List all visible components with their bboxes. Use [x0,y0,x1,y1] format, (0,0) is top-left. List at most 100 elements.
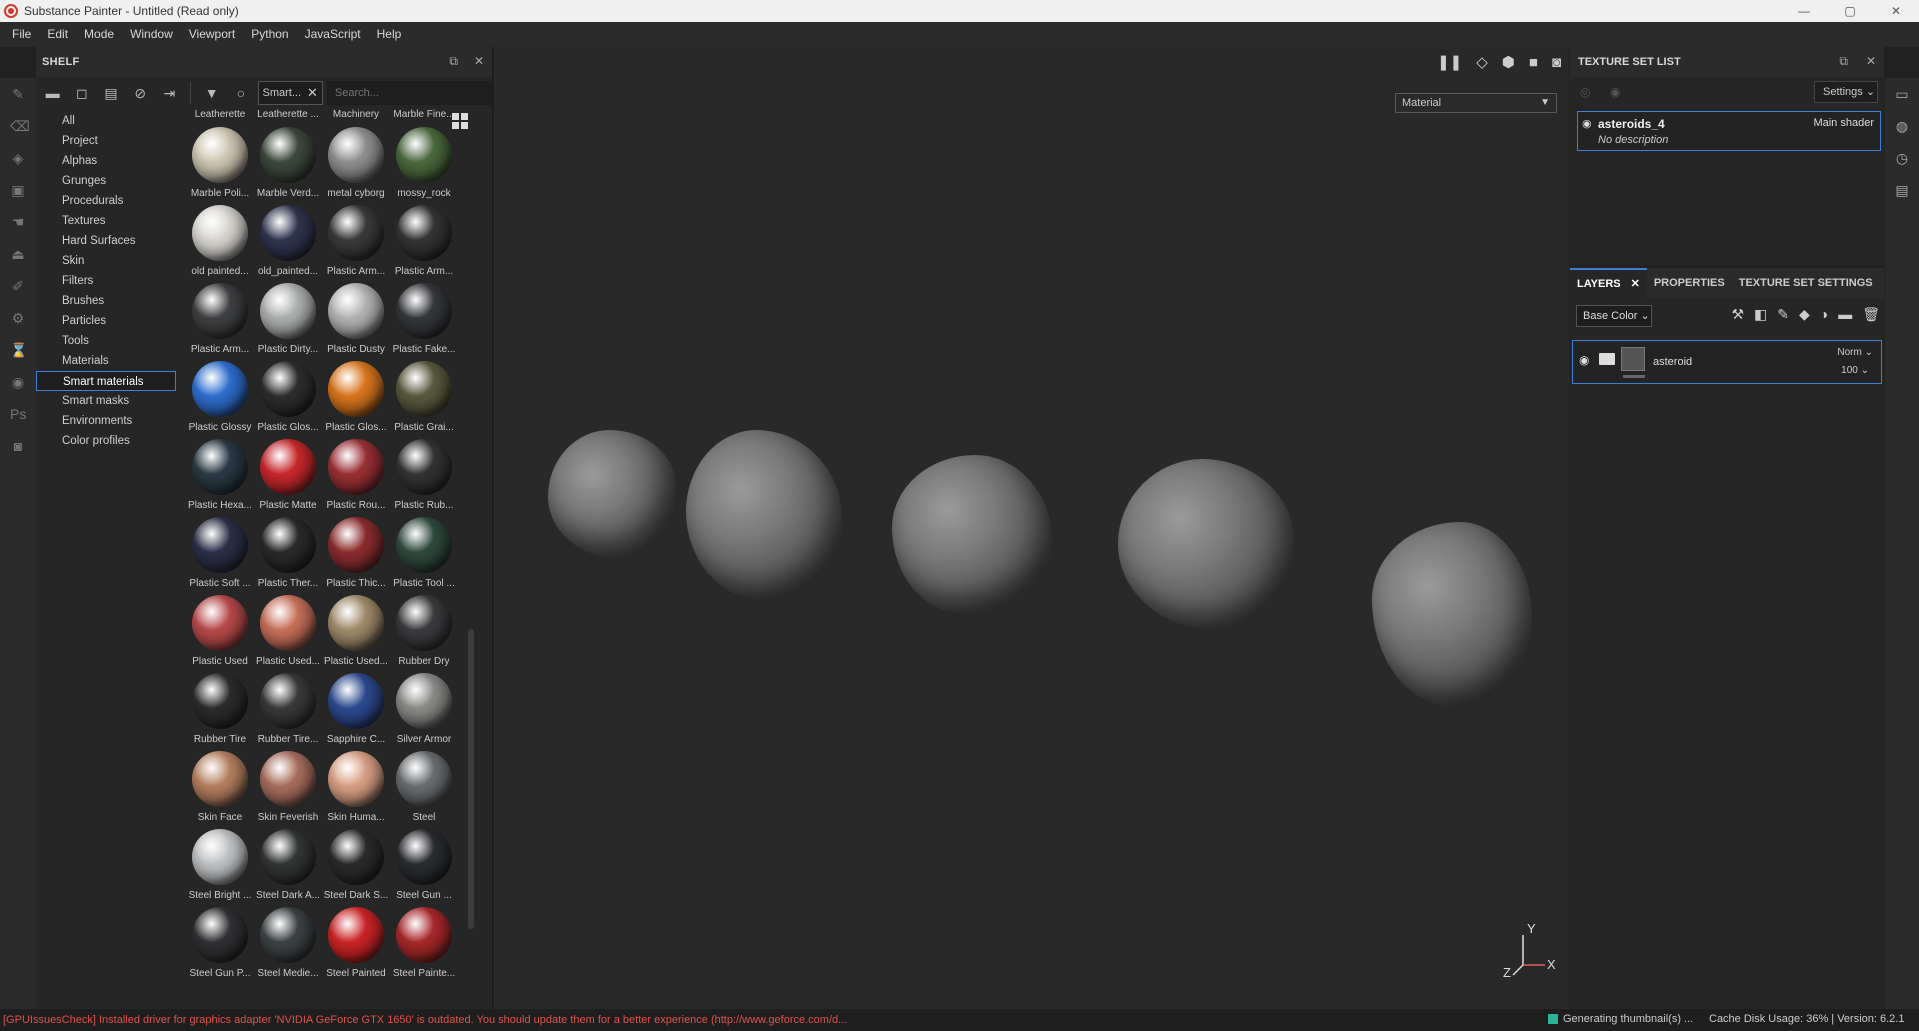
filter-icon[interactable]: ▼ [199,81,224,105]
gpu-warning-message[interactable]: [GPUIssuesCheck] Installed driver for gr… [0,1014,850,1026]
library-icon[interactable]: ▤ [98,81,123,105]
shader-name[interactable]: Main shader [1813,117,1874,129]
category-item[interactable]: Environments [36,411,176,431]
category-item[interactable]: Materials [36,351,176,371]
circle-icon[interactable]: ○ [228,81,253,105]
2d-view-icon[interactable]: ◇ [1476,53,1488,71]
material-thumbnail[interactable]: Steel Medie... [254,903,322,981]
close-panel-icon[interactable]: ✕ [1866,54,1876,69]
new-item-icon[interactable]: ◻ [69,81,94,105]
photoshop-tool[interactable]: Ps [0,398,36,430]
bake-tool[interactable]: ⚙ [0,302,36,334]
import-icon[interactable]: ⇥ [157,81,182,105]
material-thumbnail[interactable]: Steel Bright ... [186,825,254,903]
category-item[interactable]: All [36,111,176,131]
material-thumbnail[interactable]: Steel [390,747,458,825]
shelf-search-input[interactable] [326,81,493,105]
add-paint-layer-icon[interactable]: ✎ [1777,306,1789,323]
tab-layers[interactable]: LAYERS ✕ [1570,268,1647,298]
paint-tool[interactable]: ✎ [0,78,36,110]
maximize-button[interactable]: ▢ [1827,0,1873,22]
opacity-field[interactable]: 100 ⌄ [1841,365,1869,376]
material-thumbnail[interactable]: Plastic Rub... [390,435,458,513]
material-thumbnail[interactable]: Plastic Used... [254,591,322,669]
material-thumbnail[interactable]: Sapphire C... [322,669,390,747]
material-thumbnail[interactable]: Plastic Thic... [322,513,390,591]
settings-dropdown[interactable]: Settings ⌄ [1814,81,1878,103]
material-thumbnail[interactable]: Plastic Ther... [254,513,322,591]
screenshot-icon[interactable]: ◙ [1552,54,1561,71]
polygon-fill-tool[interactable]: ▣ [0,174,36,206]
hide-icon[interactable]: ⊘ [128,81,153,105]
material-thumbnail[interactable]: Marble Poli... [186,123,254,201]
material-thumbnail[interactable]: Plastic Glossy [186,357,254,435]
smudge-tool[interactable]: ☚ [0,206,36,238]
category-item[interactable]: Tools [36,331,176,351]
menu-javascript[interactable]: JavaScript [297,22,369,47]
material-thumbnail[interactable]: Plastic Arm... [390,201,458,279]
material-thumbnail[interactable]: Plastic Dirty... [254,279,322,357]
menu-help[interactable]: Help [369,22,410,47]
category-item[interactable]: Textures [36,211,176,231]
minimize-button[interactable]: — [1781,0,1827,22]
shelf-scrollbar[interactable] [468,629,474,929]
material-thumbnail[interactable]: Skin Huma... [322,747,390,825]
category-item[interactable]: Grunges [36,171,176,191]
material-thumbnail[interactable]: Steel Gun ... [390,825,458,903]
3d-view-icon[interactable]: ⬢ [1502,53,1515,71]
material-thumbnail[interactable]: Rubber Dry [390,591,458,669]
material-thumbnail[interactable]: Steel Painte... [390,903,458,981]
category-item[interactable]: Smart masks [36,391,176,411]
eye-icon[interactable]: ◉ [1579,353,1589,367]
undock-icon[interactable]: ⧉ [449,54,458,69]
material-thumbnail[interactable]: Plastic Fake... [390,279,458,357]
add-fill-layer-icon[interactable]: ◆ [1799,306,1810,323]
projection-tool[interactable]: ◈ [0,142,36,174]
remove-filter-icon[interactable]: ✕ [307,85,318,101]
delete-layer-icon[interactable]: 🗑 [1862,306,1880,323]
material-thumbnail[interactable]: old_painted... [254,201,322,279]
thumb-label[interactable]: Leatherette ... [254,109,322,123]
color-picker-tool[interactable]: ✐ [0,270,36,302]
channel-select[interactable]: Base Color ⌄ [1576,305,1652,327]
eye-icon[interactable]: ◉ [1610,85,1620,99]
hide-all-icon[interactable]: ◎ [1580,85,1590,99]
material-thumbnail[interactable]: Plastic Rou... [322,435,390,513]
material-thumbnail[interactable]: Plastic Arm... [322,201,390,279]
material-thumbnail[interactable]: old painted... [186,201,254,279]
material-thumbnail[interactable]: Plastic Glos... [322,357,390,435]
material-thumbnail[interactable]: Plastic Arm... [186,279,254,357]
thumb-label[interactable]: Marble Fine... [390,109,458,123]
material-thumbnail[interactable]: Steel Gun P... [186,903,254,981]
layer-row[interactable]: ◉ asteroid Norm ⌄ 100 ⌄ [1572,340,1882,384]
add-folder-icon[interactable]: ▬ [1838,306,1852,323]
menu-file[interactable]: File [4,22,39,47]
log-icon[interactable]: ▤ [1885,174,1919,206]
history-icon[interactable]: ◷ [1885,142,1919,174]
category-item[interactable]: Procedurals [36,191,176,211]
material-thumbnail[interactable]: Plastic Used [186,591,254,669]
iray-tool[interactable]: ◉ [0,366,36,398]
add-mask-icon[interactable]: ◧ [1754,306,1767,323]
material-thumbnail[interactable]: Rubber Tire... [254,669,322,747]
eye-icon[interactable]: ◉ [1582,117,1592,130]
category-item[interactable]: Skin [36,251,176,271]
thumb-label[interactable]: Leatherette [186,109,254,123]
add-generator-icon[interactable]: ◑ [1820,306,1828,323]
layer-name[interactable]: asteroid [1653,356,1692,368]
screenshot-tool[interactable]: ◙ [0,430,36,462]
video-camera-icon[interactable]: ■ [1529,54,1538,71]
category-item[interactable]: Hard Surfaces [36,231,176,251]
category-item[interactable]: Brushes [36,291,176,311]
category-item[interactable]: Particles [36,311,176,331]
close-panel-icon[interactable]: ✕ [474,54,484,69]
pause-icon[interactable]: ❚❚ [1437,53,1462,71]
material-thumbnail[interactable]: Plastic Used... [322,591,390,669]
material-thumbnail[interactable]: Plastic Tool ... [390,513,458,591]
filter-chip[interactable]: Smart... ✕ [257,81,323,105]
category-item[interactable]: Filters [36,271,176,291]
material-thumbnail[interactable]: Steel Painted [322,903,390,981]
category-item[interactable]: Color profiles [36,431,176,451]
material-thumbnail[interactable]: Rubber Tire [186,669,254,747]
tab-texture-set-settings[interactable]: TEXTURE SET SETTINGS [1732,268,1880,298]
